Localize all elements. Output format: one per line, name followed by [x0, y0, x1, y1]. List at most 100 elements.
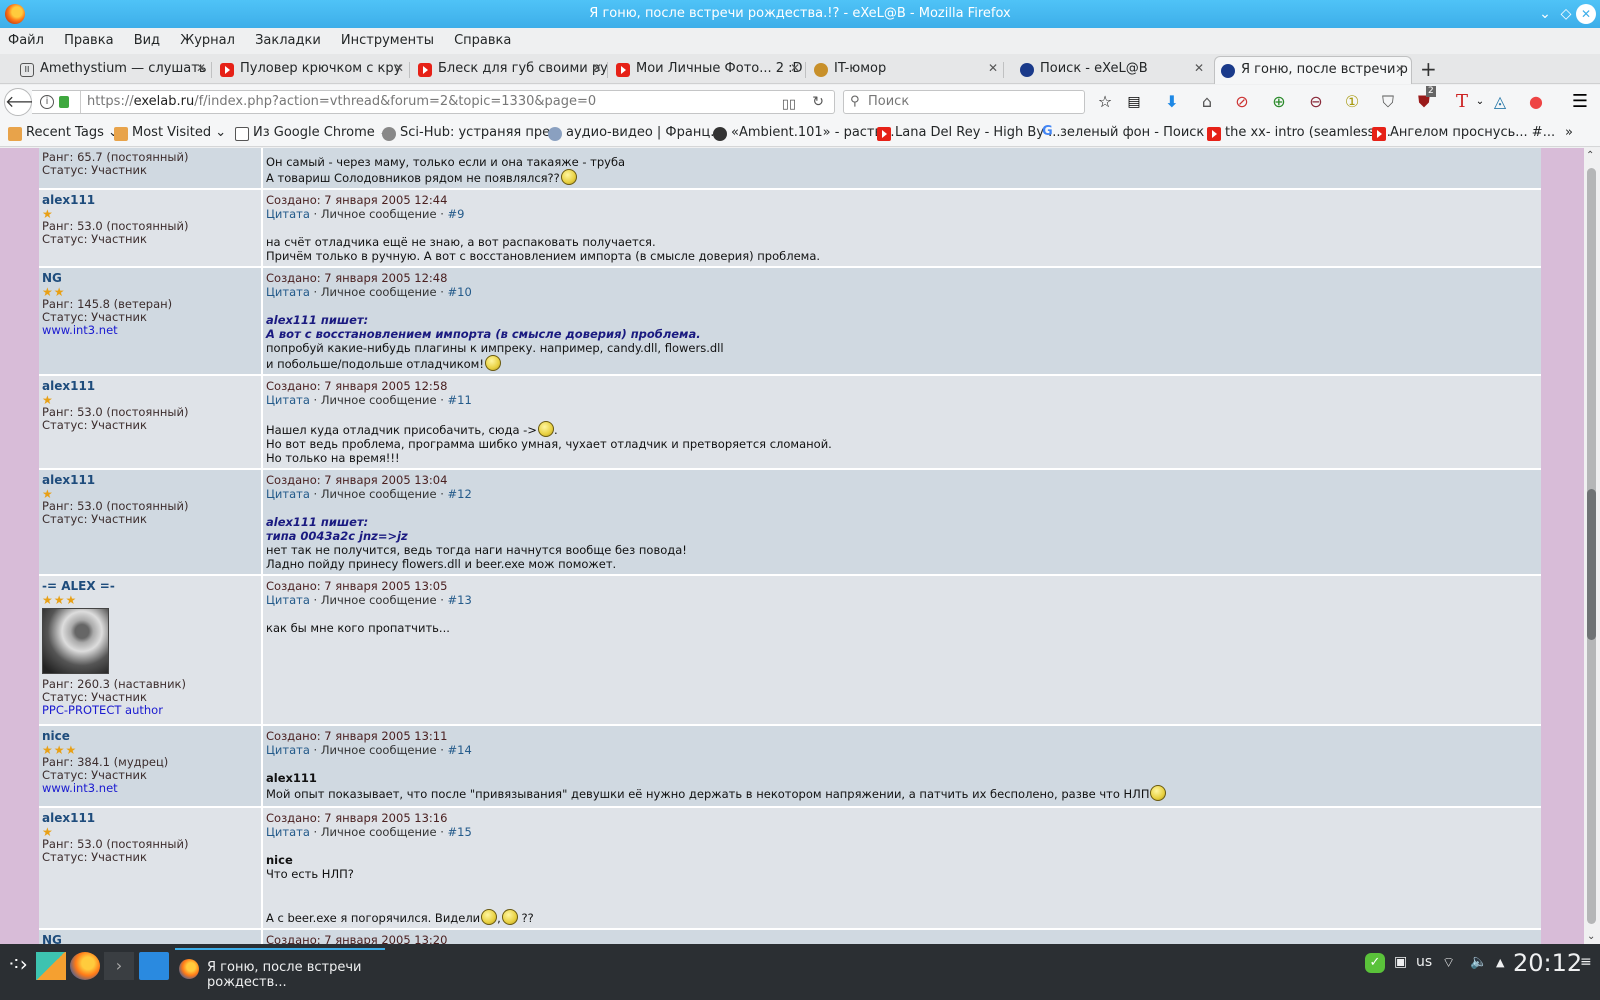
post-number-link[interactable]: #15 — [448, 825, 472, 839]
post-number-link[interactable]: #11 — [448, 393, 472, 407]
reader-view-icon[interactable]: ▯▯ — [782, 94, 796, 116]
kde-icon[interactable] — [36, 952, 66, 980]
quote-link[interactable]: Цитата — [266, 393, 310, 407]
pocket-icon[interactable]: ⛉ — [1378, 92, 1398, 112]
menu-history[interactable]: Журнал — [172, 28, 243, 48]
wifi-icon[interactable]: ⌔ — [1442, 954, 1455, 972]
clipboard-icon[interactable]: ▤ — [1124, 92, 1144, 112]
post-number-link[interactable]: #10 — [448, 285, 472, 299]
home-icon[interactable]: ⌂ — [1197, 92, 1217, 112]
bookmarks-overflow-button[interactable]: » — [1565, 125, 1573, 140]
menu-bookmarks[interactable]: Закладки — [247, 28, 329, 48]
back-button[interactable]: 🡐 — [4, 88, 48, 116]
info-icon[interactable]: i — [40, 95, 54, 109]
author-name[interactable]: nice — [42, 729, 258, 744]
tab-amethystium[interactable]: II Amethystium — слушать ✕ — [14, 56, 212, 84]
private-message-link[interactable]: Личное сообщение — [321, 487, 437, 501]
quote-link[interactable]: Цитата — [266, 285, 310, 299]
maximize-button[interactable]: ◇ — [1556, 4, 1576, 24]
close-tab-icon[interactable]: ✕ — [988, 61, 998, 75]
bookmark-recent-tags[interactable]: Recent Tags ⌄ — [8, 125, 119, 141]
menu-tools[interactable]: Инструменты — [333, 28, 442, 48]
quote-link[interactable]: Цитата — [266, 825, 310, 839]
volume-icon[interactable]: 🔈 — [1470, 954, 1487, 970]
private-message-link[interactable]: Личное сообщение — [321, 207, 437, 221]
ublock-icon[interactable]: ⛊ 2 — [1414, 86, 1436, 112]
private-message-link[interactable]: Личное сообщение — [321, 743, 437, 757]
post-number-link[interactable]: #14 — [448, 743, 472, 757]
private-message-link[interactable]: Личное сообщение — [321, 593, 437, 607]
author-name[interactable]: alex111 — [42, 473, 258, 488]
no-script-icon[interactable]: ⊘ — [1232, 92, 1252, 112]
close-tab-icon[interactable]: ✕ — [1194, 61, 1204, 75]
translate-icon[interactable]: T — [1452, 92, 1472, 112]
reload-icon[interactable]: ↻ — [812, 91, 824, 113]
terminal-icon[interactable]: › — [104, 952, 134, 980]
close-tab-icon[interactable]: ✕ — [394, 61, 404, 75]
firefox-launcher-icon[interactable] — [70, 952, 100, 980]
bookmark-green-bg[interactable]: Gзеленый фон - Поиск ... — [1042, 124, 1221, 140]
close-tab-icon[interactable]: ✕ — [592, 61, 602, 75]
tab-current-thread[interactable]: Я гоню, после встречи р ✕ — [1214, 56, 1412, 84]
url-text[interactable]: https://exelab.ru/f/index.php?action=vth… — [80, 91, 596, 113]
close-button[interactable]: ✕ — [1576, 4, 1596, 24]
hamburger-menu-icon[interactable]: ☰ — [1570, 92, 1590, 112]
download-icon[interactable]: ⬇ — [1162, 92, 1182, 112]
author-name[interactable]: NG — [42, 271, 258, 286]
bookmark-angelom[interactable]: Ангелом проснусь... #... — [1372, 125, 1555, 141]
menu-file[interactable]: Файл — [0, 28, 52, 48]
quote-link[interactable]: Цитата — [266, 487, 310, 501]
file-manager-icon[interactable] — [139, 952, 169, 980]
app-launcher-icon[interactable]: ⁖› — [8, 952, 38, 980]
minimize-button[interactable]: ⌄ — [1535, 4, 1555, 24]
bookmark-lana-del-rey[interactable]: Lana Del Rey - High By ... — [877, 125, 1061, 141]
close-tab-icon[interactable]: ✕ — [790, 61, 800, 75]
scroll-thumb[interactable] — [1587, 488, 1596, 640]
new-tab-button[interactable]: + — [1420, 57, 1437, 81]
droplet-icon[interactable]: ◬ — [1490, 92, 1510, 112]
zoom-in-icon[interactable]: ⊕ — [1269, 92, 1289, 112]
author-name[interactable]: -= ALEX =- — [42, 579, 258, 594]
menu-help[interactable]: Справка — [446, 28, 519, 48]
quote-link[interactable]: Цитата — [266, 593, 310, 607]
usb-device-icon[interactable]: ▣ — [1394, 954, 1407, 970]
chevron-down-icon[interactable]: ⌄ — [1470, 92, 1490, 112]
author-name[interactable]: alex111 — [42, 193, 258, 208]
colors-icon[interactable]: ● — [1526, 92, 1546, 112]
bookmark-the-xx[interactable]: the xx- intro (seamless ... — [1207, 125, 1391, 141]
private-message-link[interactable]: Личное сообщение — [321, 825, 437, 839]
bookmark-star-icon[interactable]: ☆ — [1095, 92, 1115, 112]
panel-menu-icon[interactable]: ≡ — [1580, 954, 1592, 970]
author-name[interactable]: alex111 — [42, 811, 258, 826]
author-name[interactable]: alex111 — [42, 379, 258, 394]
post-number-link[interactable]: #9 — [448, 207, 465, 221]
menu-edit[interactable]: Правка — [56, 28, 121, 48]
post-number-link[interactable]: #12 — [448, 487, 472, 501]
search-input[interactable]: ⚲ Поиск — [843, 90, 1085, 114]
bookmark-audio-video[interactable]: аудио-видео | Франц... — [548, 125, 723, 141]
tab-lip-gloss[interactable]: Блеск для губ своими ру ✕ — [412, 56, 608, 84]
private-message-link[interactable]: Личное сообщение — [321, 393, 437, 407]
tab-it-humor[interactable]: IT-юмор ✕ — [808, 56, 1004, 84]
zoom-reset-icon[interactable]: ① — [1342, 92, 1362, 112]
zoom-out-icon[interactable]: ⊖ — [1306, 92, 1326, 112]
private-message-link[interactable]: Личное сообщение — [321, 285, 437, 299]
quote-link[interactable]: Цитата — [266, 207, 310, 221]
url-bar[interactable]: i https://exelab.ru/f/index.php?action=v… — [32, 90, 835, 114]
bookmark-most-visited[interactable]: Most Visited ⌄ — [114, 125, 226, 141]
tab-photos[interactable]: Мои Личные Фото... 2 :D ✕ — [610, 56, 806, 84]
scroll-down-icon[interactable]: ⌄ — [1587, 931, 1595, 942]
bookmark-scihub[interactable]: Sci-Hub: устраняя пре... — [382, 125, 563, 141]
taskbar-task-firefox[interactable]: Я гоню, после встречи рождеств... — [175, 948, 385, 990]
bookmark-ambient[interactable]: «Ambient.101» - раств... — [713, 125, 895, 141]
bookmark-from-chrome[interactable]: Из Google Chrome ⌄ — [235, 125, 390, 141]
close-tab-icon[interactable]: ✕ — [1395, 62, 1405, 76]
author-site-link[interactable]: www.int3.net — [42, 324, 258, 337]
close-tab-icon[interactable]: ✕ — [196, 61, 206, 75]
menu-view[interactable]: Вид — [126, 28, 168, 48]
author-site-link[interactable]: PPC-PROTECT author — [42, 704, 258, 717]
author-site-link[interactable]: www.int3.net — [42, 782, 258, 795]
author-name[interactable]: NG — [42, 933, 258, 944]
vertical-scrollbar[interactable]: ⌃ ⌄ — [1584, 148, 1600, 944]
clock[interactable]: 20:12 — [1513, 949, 1582, 977]
